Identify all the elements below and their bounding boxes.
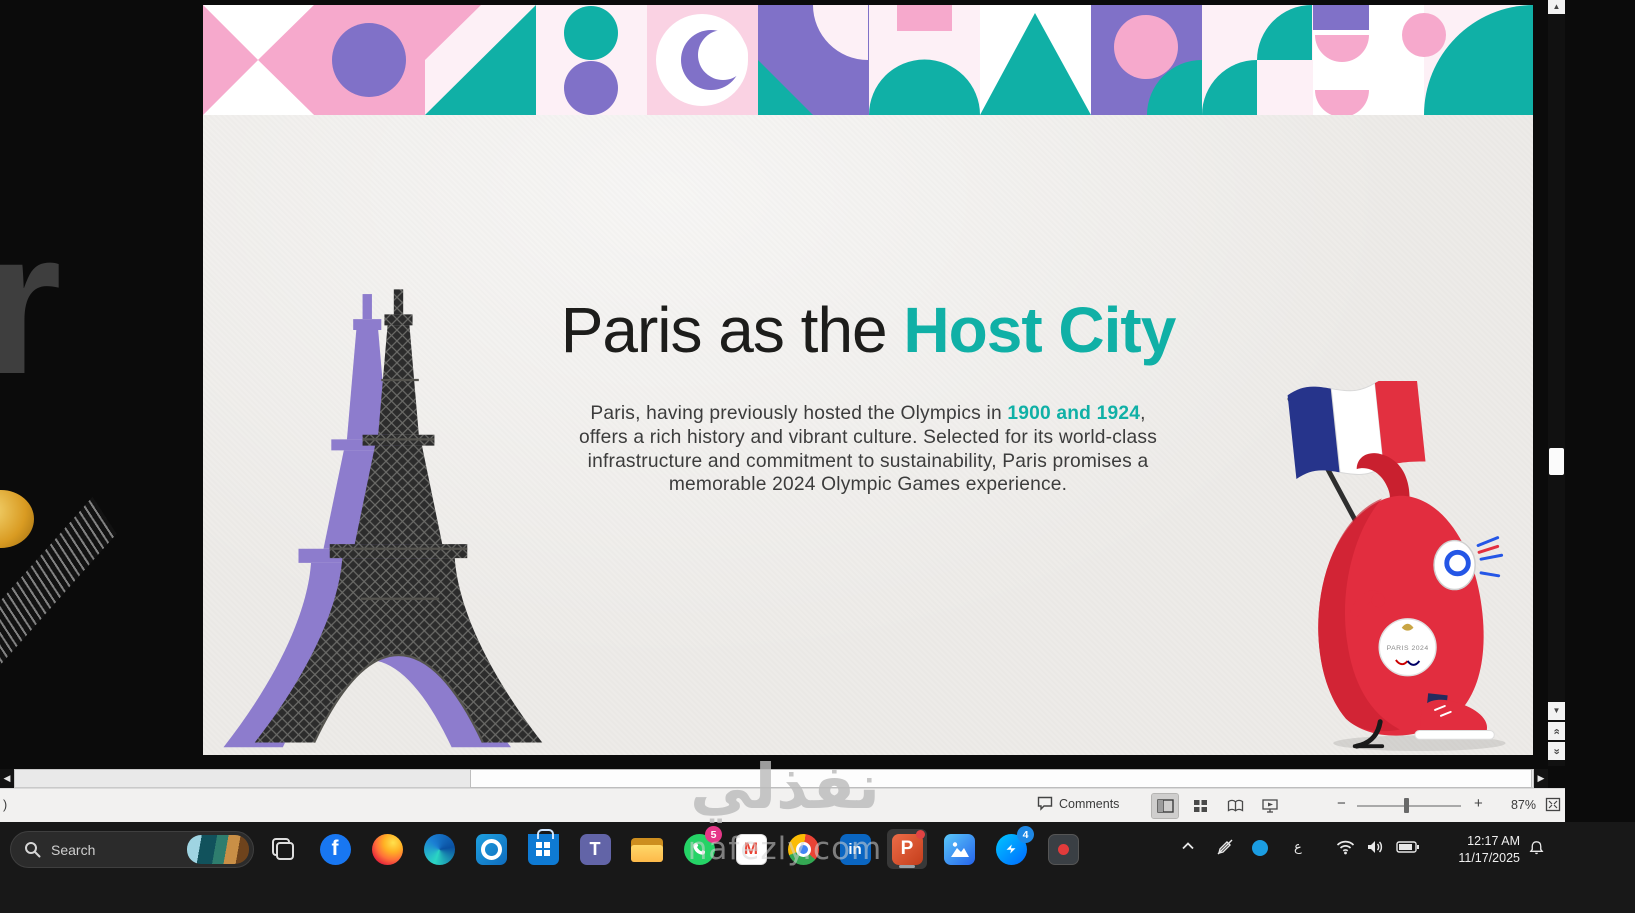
slide-show-button[interactable]: [1257, 794, 1283, 818]
comments-label: Comments: [1059, 796, 1120, 811]
slide-title-accent: Host City: [903, 294, 1176, 366]
scroll-right-button[interactable]: ▶: [1534, 769, 1548, 788]
scroll-up-button[interactable]: ▲: [1548, 0, 1565, 14]
tray-time: 12:17 AM: [1467, 834, 1520, 848]
scroll-down-button[interactable]: ▼: [1548, 702, 1565, 720]
system-tray: ع 12:17 AM 11/17/2025: [0, 822, 1635, 913]
body-part1: Paris, having previously hosted the Olym…: [590, 403, 1008, 424]
slide-sorter-view-button[interactable]: [1187, 794, 1213, 818]
background-letter-fragment: r: [0, 188, 62, 417]
vertical-scrollbar-thumb[interactable]: [1549, 448, 1564, 475]
comment-icon: [1037, 796, 1053, 811]
fit-to-window-icon: [1545, 797, 1561, 812]
clock[interactable]: 12:17 AM 11/17/2025: [1432, 833, 1520, 867]
speaker-icon: [1368, 841, 1383, 853]
desktop-screen: r Paris as the Host City Paris, having p…: [0, 0, 1635, 913]
comments-button[interactable]: Comments: [1037, 796, 1119, 811]
taskbar: Search f T 5 M in P 4 ع 12:17 AM 11/17/2…: [0, 822, 1635, 913]
tray-date: 11/17/2025: [1458, 850, 1520, 865]
reading-view-icon: [1227, 799, 1243, 812]
wifi-button[interactable]: [1336, 840, 1355, 855]
pen-disabled-icon: [1217, 839, 1233, 855]
pen-tray-button[interactable]: [1216, 838, 1234, 856]
bell-icon: [1529, 841, 1544, 855]
slide-show-icon: [1262, 799, 1278, 813]
olympic-mascot-image: PARIS 2024: [1287, 381, 1506, 752]
zoom-out-button[interactable]: −: [1337, 795, 1346, 812]
normal-view-button[interactable]: [1151, 793, 1179, 819]
messenger-badge: 4: [1017, 826, 1034, 843]
slide-title-prefix: Paris as the: [560, 294, 904, 366]
horizontal-scrollbar[interactable]: ◀ ▶: [0, 769, 1548, 788]
battery-button[interactable]: [1396, 841, 1419, 853]
geometric-banner: [203, 5, 1533, 115]
powerpoint-notification-dot: [916, 830, 925, 839]
horizontal-scrollbar-thumb[interactable]: [470, 769, 1532, 788]
reading-view-button[interactable]: [1222, 794, 1248, 818]
notification-center-button[interactable]: [1528, 839, 1545, 856]
zoom-level[interactable]: 87%: [1494, 798, 1536, 812]
whatsapp-badge: 5: [705, 826, 722, 843]
vertical-scrollbar[interactable]: ▲ ▼ « »: [1548, 0, 1565, 766]
status-bar: ) Comments − + 87%: [0, 788, 1565, 822]
slide-title: Paris as the Host City: [203, 293, 1533, 367]
gold-medal-fragment: [0, 490, 34, 548]
view-switcher: [1151, 793, 1283, 819]
fit-slide-to-window-button[interactable]: [1545, 797, 1561, 815]
slide-sorter-icon: [1193, 800, 1207, 812]
slide-body-text: Paris, having previously hosted the Olym…: [568, 402, 1168, 497]
zoom-slider-thumb[interactable]: [1404, 798, 1409, 813]
show-hidden-icons-button[interactable]: [1180, 839, 1196, 853]
chevron-up-icon: [1182, 842, 1194, 850]
next-slide-button[interactable]: »: [1548, 742, 1565, 760]
status-left-fragment: ): [3, 798, 8, 812]
zoom-slider-track[interactable]: [1357, 805, 1461, 807]
body-highlight: 1900 and 1924: [1007, 403, 1141, 424]
normal-view-icon: [1156, 799, 1174, 813]
wifi-icon: [1336, 840, 1355, 855]
previous-slide-button[interactable]: «: [1548, 722, 1565, 740]
battery-icon: [1396, 841, 1419, 853]
volume-button[interactable]: [1366, 839, 1384, 855]
tray-blue-app-icon: [1252, 840, 1268, 856]
slide-canvas: Paris as the Host City Paris, having pre…: [203, 5, 1533, 755]
language-indicator[interactable]: ع: [1294, 840, 1302, 855]
mascot-badge-text: PARIS 2024: [1387, 645, 1429, 652]
tray-blue-app-button[interactable]: [1252, 840, 1268, 856]
scroll-left-button[interactable]: ◀: [0, 769, 14, 788]
zoom-in-button[interactable]: +: [1474, 795, 1483, 812]
